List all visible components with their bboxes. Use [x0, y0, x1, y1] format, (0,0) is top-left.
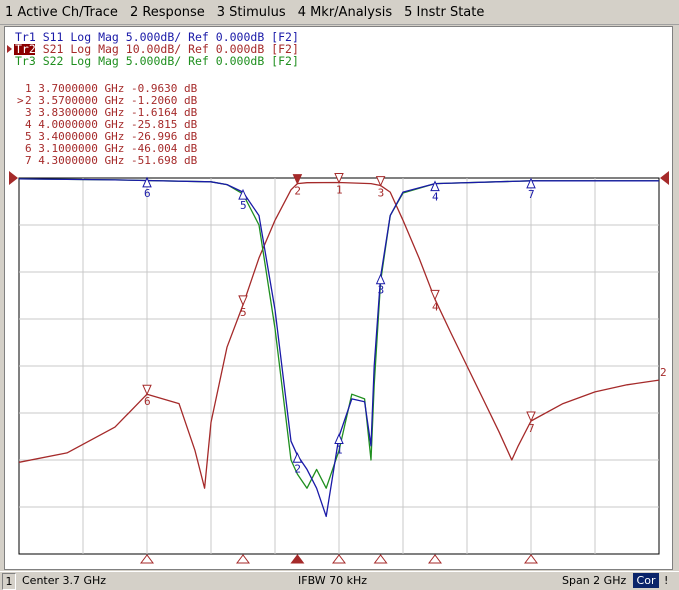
- status-indicator: !: [664, 574, 669, 587]
- menu-instr-state[interactable]: 5 Instr State: [399, 5, 491, 20]
- marker-label-s21: 7: [528, 422, 535, 435]
- status-bar: 1 Center 3.7 GHz IFBW 70 kHz Span 2 GHz …: [0, 571, 679, 590]
- menu-mkr-analysis[interactable]: 4 Mkr/Analysis: [293, 5, 399, 20]
- marker-label-s21: 3: [378, 187, 385, 200]
- menu-active-ch-trace[interactable]: 1 Active Ch/Trace: [0, 5, 125, 20]
- measurement-screen: Tr1 S11 Log Mag 5.000dB/ Ref 0.000dB [F2…: [4, 26, 673, 570]
- channel-number[interactable]: 1: [2, 573, 16, 590]
- trace-header-line: Tr3 S22 Log Mag 5.000dB/ Ref 0.000dB [F2…: [15, 54, 299, 68]
- marker-label-s11: 6: [144, 187, 151, 200]
- ifbw-readout[interactable]: IFBW 70 kHz: [298, 573, 367, 588]
- marker-label-s11: 3: [378, 284, 385, 297]
- marker-label-s11: 5: [240, 199, 247, 212]
- marker-label-s11: 1: [336, 444, 343, 457]
- marker-label-s21: 2: [294, 185, 301, 198]
- center-frequency[interactable]: Center 3.7 GHz: [22, 573, 106, 588]
- marker-label-s21: 4: [432, 300, 439, 313]
- menu-response[interactable]: 2 Response: [125, 5, 212, 20]
- marker-label-s21: 6: [144, 395, 151, 408]
- marker-label-s11: 2: [294, 462, 301, 475]
- marker-label-s11: 4: [432, 191, 439, 204]
- active-marker-indicator: >: [17, 94, 24, 107]
- sparameter-chart[interactable]: Tr1 S11 Log Mag 5.000dB/ Ref 0.000dB [F2…: [5, 27, 672, 569]
- menu-bar: 1 Active Ch/Trace 2 Response 3 Stimulus …: [0, 0, 679, 25]
- trace-end-label: 2: [660, 366, 667, 379]
- menu-stimulus[interactable]: 3 Stimulus: [212, 5, 293, 20]
- marker-label-s21: 5: [240, 306, 247, 319]
- marker-table-row: 7 4.3000000 GHz -51.698 dB: [25, 154, 198, 167]
- correction-badge[interactable]: Cor: [633, 573, 659, 588]
- span-readout[interactable]: Span 2 GHz: [562, 573, 626, 588]
- marker-label-s11: 7: [528, 188, 535, 201]
- marker-label-s21: 1: [336, 184, 343, 197]
